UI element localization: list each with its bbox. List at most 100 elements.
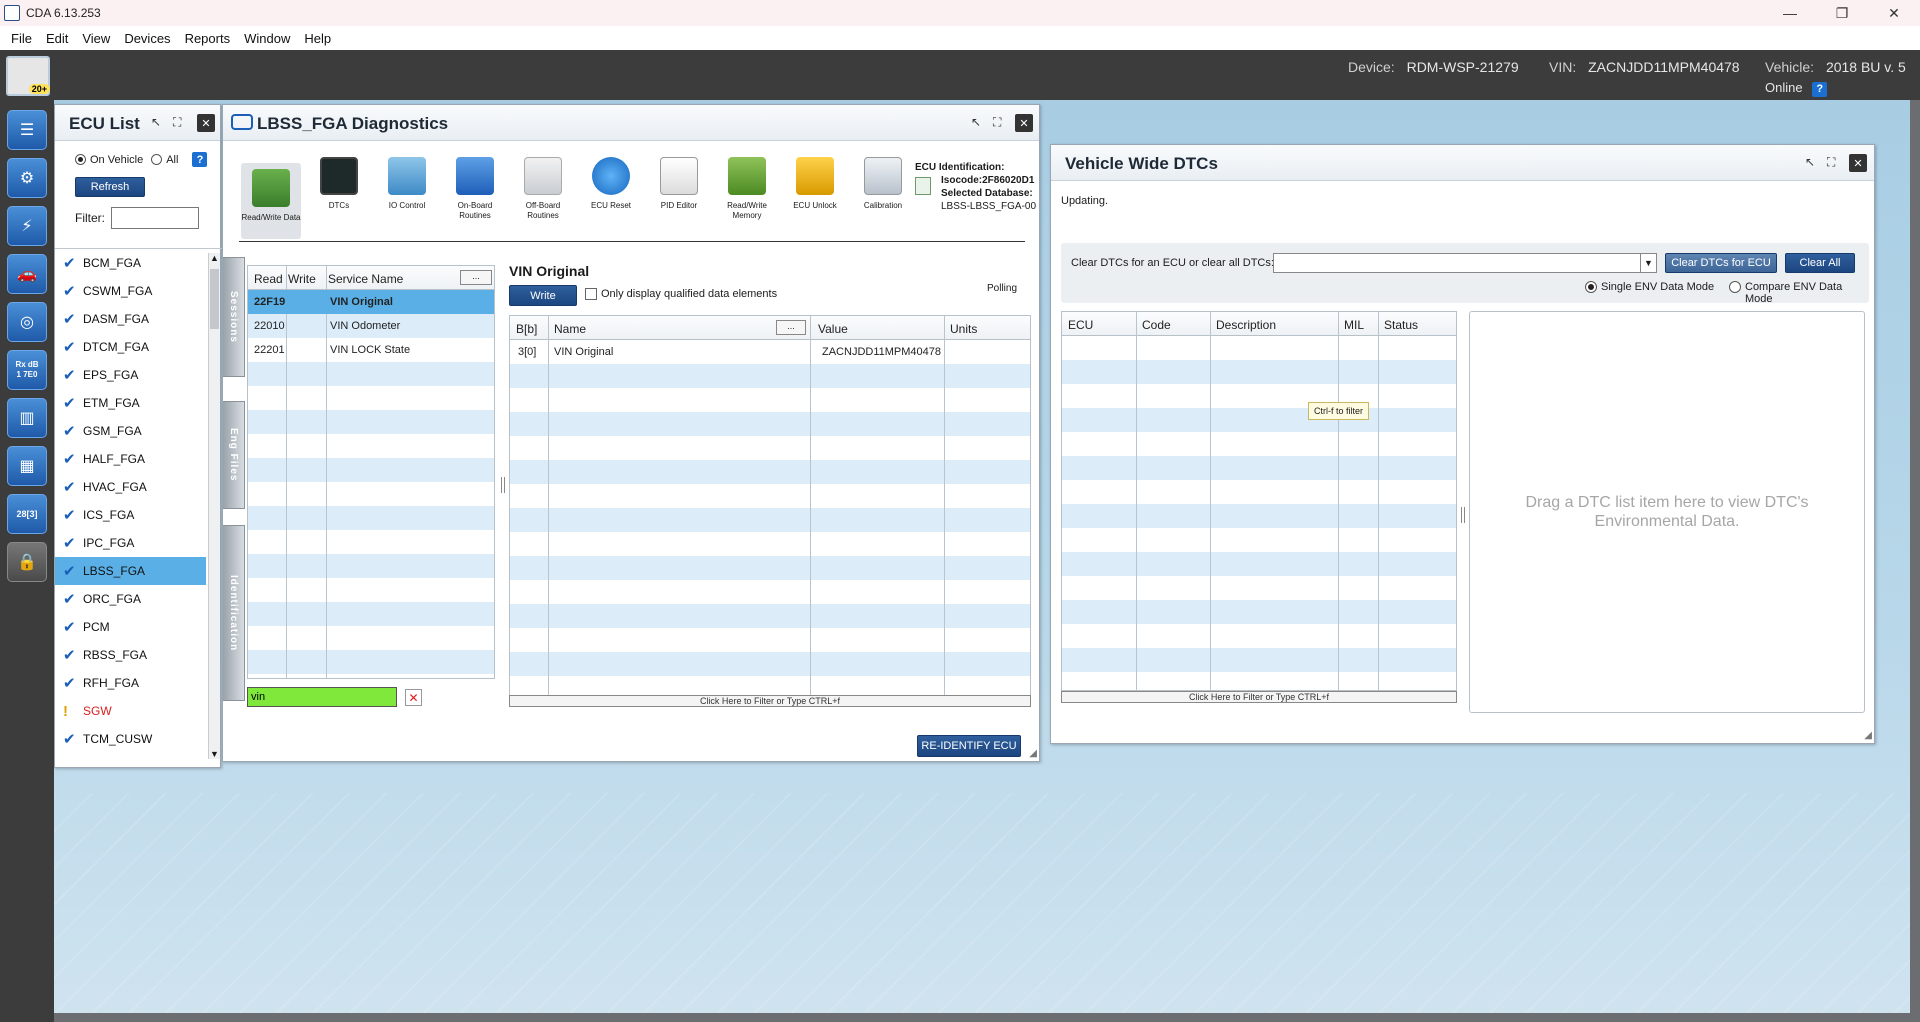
ecu-select-dropdown[interactable]: ▼	[1273, 253, 1657, 273]
clear-dtcs-ecu-button[interactable]: Clear DTCs for ECU	[1665, 253, 1777, 273]
menu-edit[interactable]: Edit	[39, 31, 75, 46]
menu-help[interactable]: Help	[297, 31, 338, 46]
reidentify-ecu-button[interactable]: RE-IDENTIFY ECU	[917, 735, 1021, 757]
app-logo[interactable]: 20+	[6, 56, 50, 96]
dtcs-tool[interactable]: DTCs	[309, 157, 369, 211]
close-icon[interactable]: ✕	[197, 114, 215, 132]
tab-eng-files[interactable]: Eng Files	[223, 401, 245, 509]
off-board-routines-tool[interactable]: Off-Board Routines	[513, 157, 573, 221]
list-item[interactable]: ✔ TCM_CUSW	[55, 725, 206, 753]
undock-icon[interactable]: ↖	[1805, 155, 1815, 169]
close-icon[interactable]: ✕	[1015, 114, 1033, 132]
undock-icon[interactable]: ↖	[971, 115, 981, 129]
list-item[interactable]: ✔ GSM_FGA	[55, 417, 206, 445]
column-chooser-button[interactable]: ...	[460, 270, 492, 285]
tab-identification[interactable]: Identification	[223, 525, 245, 701]
network-icon[interactable]: ◎	[7, 302, 47, 342]
flash-icon[interactable]: ⚡	[7, 206, 47, 246]
calibration-tool[interactable]: Calibration	[853, 157, 913, 211]
vehicle-scan-icon[interactable]: ⚙	[7, 158, 47, 198]
clear-filter-icon[interactable]: ✕	[405, 689, 422, 706]
col-mil[interactable]: MIL	[1344, 318, 1364, 332]
list-item[interactable]: ✔ DASM_FGA	[55, 305, 206, 333]
single-mode-radio[interactable]	[1585, 281, 1597, 293]
read-write-data-tool[interactable]: Read/Write Data	[241, 163, 301, 239]
tab-sessions[interactable]: Sessions	[223, 257, 245, 377]
list-item[interactable]: ✔ RFH_FGA	[55, 669, 206, 697]
list-item[interactable]: ✔ CSWM_FGA	[55, 277, 206, 305]
chevron-down-icon[interactable]: ▼	[1640, 254, 1656, 272]
ecu-list-scrollbar[interactable]: ▲ ▼	[208, 253, 220, 759]
list-item[interactable]: ✔ ETM_FGA	[55, 389, 206, 417]
layout-icon[interactable]: ▥	[7, 398, 47, 438]
read-write-memory-tool[interactable]: Read/Write Memory	[717, 157, 777, 221]
on-vehicle-radio[interactable]	[75, 154, 86, 165]
env-data-drop-area[interactable]: Drag a DTC list item here to view DTC's …	[1469, 311, 1865, 713]
menu-view[interactable]: View	[75, 31, 117, 46]
col-name[interactable]: Name	[554, 322, 586, 336]
col-units[interactable]: Units	[950, 322, 977, 336]
list-item[interactable]: ✔ IPC_FGA	[55, 529, 206, 557]
col-service-name[interactable]: Service Name	[328, 272, 403, 286]
list-item[interactable]: ✔ DTCM_FGA	[55, 333, 206, 361]
ecu-unlock-tool[interactable]: ECU Unlock	[785, 157, 845, 211]
qualified-checkbox[interactable]	[585, 288, 597, 300]
on-board-routines-tool[interactable]: On-Board Routines	[445, 157, 505, 221]
list-item[interactable]: ✔ BCM_FGA	[55, 249, 206, 277]
list-item[interactable]: ! SGW	[55, 697, 206, 725]
maximize-icon[interactable]: ⛶	[173, 115, 181, 130]
col-status[interactable]: Status	[1384, 318, 1418, 332]
table-row[interactable]: 3[0] VIN Original ZACNJDD11MPM40478	[510, 340, 1030, 364]
lock-icon[interactable]: 🔒	[7, 542, 47, 582]
list-item[interactable]: ✔ EPS_FGA	[55, 361, 206, 389]
list-item[interactable]: ✔ LBSS_FGA	[55, 557, 206, 585]
list-item[interactable]: ✔ HVAC_FGA	[55, 473, 206, 501]
col-code[interactable]: Code	[1142, 318, 1171, 332]
dashboard-icon[interactable]: ▦	[7, 446, 47, 486]
menu-window[interactable]: Window	[237, 31, 297, 46]
pid-editor-tool[interactable]: PID Editor	[649, 157, 709, 211]
resize-grip[interactable]: ◢	[1864, 730, 1872, 741]
write-button[interactable]: Write	[509, 285, 577, 306]
splitter-handle[interactable]	[1461, 507, 1465, 523]
list-item[interactable]: ✔ HALF_FGA	[55, 445, 206, 473]
maximize-icon[interactable]: ⛶	[993, 115, 1001, 130]
minimize-button[interactable]: —	[1764, 0, 1816, 26]
column-chooser-button[interactable]: ...	[776, 320, 806, 335]
menu-reports[interactable]: Reports	[178, 31, 238, 46]
resize-grip[interactable]: ◢	[1029, 748, 1037, 759]
maximize-icon[interactable]: ⛶	[1827, 155, 1835, 170]
help-icon[interactable]: ?	[192, 152, 208, 167]
close-window-button[interactable]: ✕	[1868, 0, 1920, 26]
col-byte-bit[interactable]: B[b]	[516, 322, 537, 336]
help-icon[interactable]: ?	[1812, 82, 1828, 97]
list-item[interactable]: ✔ RBSS_FGA	[55, 641, 206, 669]
col-description[interactable]: Description	[1216, 318, 1276, 332]
refresh-button[interactable]: Refresh	[75, 177, 145, 197]
undock-icon[interactable]: ↖	[151, 115, 161, 129]
col-ecu[interactable]: ECU	[1068, 318, 1093, 332]
vehicle-config-icon[interactable]: 28[3]	[7, 494, 47, 534]
close-icon[interactable]: ✕	[1849, 154, 1867, 172]
menu-file[interactable]: File	[4, 31, 39, 46]
io-control-tool[interactable]: IO Control	[377, 157, 437, 211]
data-bus-icon[interactable]: Rx dB 1 7E0	[7, 350, 47, 390]
table-row[interactable]: 22F19 VIN Original	[248, 290, 494, 314]
col-value[interactable]: Value	[818, 322, 848, 336]
list-item[interactable]: ✔ PCM	[55, 613, 206, 641]
table-row[interactable]: 22201 VIN LOCK State	[248, 338, 494, 362]
filter-input[interactable]	[111, 207, 199, 229]
menu-devices[interactable]: Devices	[117, 31, 177, 46]
service-filter-input[interactable]	[247, 687, 397, 707]
list-item[interactable]: ✔ ICS_FGA	[55, 501, 206, 529]
list-item[interactable]: ✔ ORC_FGA	[55, 585, 206, 613]
data-filter-bar[interactable]: Click Here to Filter or Type CTRL+f	[509, 695, 1031, 707]
all-radio[interactable]	[151, 154, 163, 165]
splitter-handle[interactable]	[501, 477, 505, 493]
vehicle-icon[interactable]: 🚗	[7, 254, 47, 294]
dtc-filter-bar[interactable]: Click Here to Filter or Type CTRL+f	[1061, 691, 1457, 703]
menu-icon[interactable]: ☰	[7, 110, 47, 150]
col-read[interactable]: Read	[254, 272, 283, 286]
compare-mode-radio[interactable]	[1729, 281, 1741, 293]
ecu-reset-tool[interactable]: ECU Reset	[581, 157, 641, 211]
